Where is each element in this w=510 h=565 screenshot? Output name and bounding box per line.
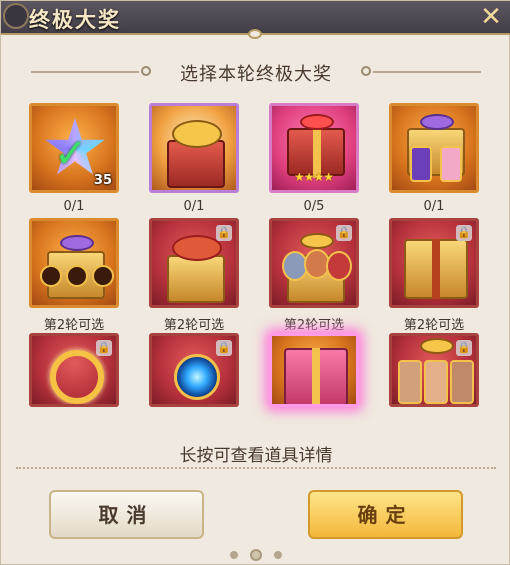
- lock-icon: 🔒: [216, 340, 232, 356]
- star-rating-icon: ★★★★: [294, 170, 334, 184]
- emblem-icon: [66, 265, 88, 287]
- long-press-hint: 长按可查看道具详情: [179, 446, 333, 466]
- confirm-button[interactable]: 确定: [308, 490, 463, 539]
- bow-icon: [420, 338, 454, 354]
- reward-pink-treasure-chest[interactable]: [269, 333, 359, 407]
- emblem-icon: [92, 265, 114, 287]
- ornament-dot: [230, 551, 238, 559]
- reward-star-crystal[interactable]: ✓ 35: [29, 103, 119, 193]
- unlock-round-label: 第2轮可选: [43, 318, 105, 333]
- hero-portrait-icon: [326, 251, 352, 281]
- reward-hero-portrait-box[interactable]: 🔒: [389, 333, 479, 407]
- card-portrait-icon: [440, 146, 462, 182]
- reward-card-gift-box[interactable]: [389, 103, 479, 193]
- reward-blue-orb[interactable]: 🔒: [149, 333, 239, 407]
- cancel-button[interactable]: 取消: [49, 490, 204, 539]
- chest-band-icon: [432, 239, 440, 299]
- hero-portrait-icon: [398, 360, 422, 404]
- reward-progress-label: 0/1: [63, 199, 85, 214]
- item-count: 35: [93, 173, 112, 188]
- gold-coins-icon: [172, 120, 222, 148]
- unlock-round-label: 第2轮可选: [283, 318, 345, 333]
- ornament-dot: [274, 551, 282, 559]
- chest-band-icon: [312, 348, 320, 404]
- unlock-round-label: 第2轮可选: [163, 318, 225, 333]
- lock-icon: 🔒: [456, 225, 472, 241]
- reward-gold-coin-chest[interactable]: [149, 103, 239, 193]
- reward-red-gift-box[interactable]: ★★★★: [269, 103, 359, 193]
- blue-orb-icon: [174, 354, 220, 400]
- chest-body-icon: [167, 255, 225, 303]
- reward-gold-treasure-chest[interactable]: 🔒: [389, 218, 479, 308]
- emblem-icon: [40, 265, 62, 287]
- coins-icon: [172, 235, 222, 261]
- bow-icon: [420, 114, 454, 130]
- ultimate-prize-dialog: 终极大奖 ✕ 选择本轮终极大奖 ✓ 35 0/1 0/1 ★★★★ 0/5 0/…: [0, 0, 510, 565]
- reward-progress-label: 0/1: [423, 199, 445, 214]
- reward-red-coin-chest[interactable]: 🔒: [149, 218, 239, 308]
- reward-golden-ring[interactable]: 🔒: [29, 333, 119, 407]
- bow-icon: [300, 114, 334, 130]
- card-portrait-icon: [410, 146, 432, 182]
- hero-portrait-icon: [450, 360, 474, 404]
- reward-progress-label: 0/5: [303, 199, 325, 214]
- reward-portrait-gift-box[interactable]: 🔒: [269, 218, 359, 308]
- divider: [16, 467, 496, 469]
- checkmark-icon: ✓: [54, 131, 88, 177]
- reward-grid: ✓ 35 0/1 0/1 ★★★★ 0/5 0/1 第2轮可选 🔒 第2轮可选 …: [1, 1, 510, 421]
- golden-ring-icon: [50, 350, 104, 404]
- hero-portrait-icon: [424, 360, 448, 404]
- ornament-center-icon: [250, 549, 262, 561]
- lock-icon: 🔒: [216, 225, 232, 241]
- bow-icon: [300, 233, 334, 249]
- lock-icon: 🔒: [336, 225, 352, 241]
- bow-icon: [60, 235, 94, 251]
- reward-emblem-gift-box[interactable]: [29, 218, 119, 308]
- lock-icon: 🔒: [96, 340, 112, 356]
- unlock-round-label: 第2轮可选: [403, 318, 465, 333]
- lock-icon: 🔒: [456, 340, 472, 356]
- reward-progress-label: 0/1: [183, 199, 205, 214]
